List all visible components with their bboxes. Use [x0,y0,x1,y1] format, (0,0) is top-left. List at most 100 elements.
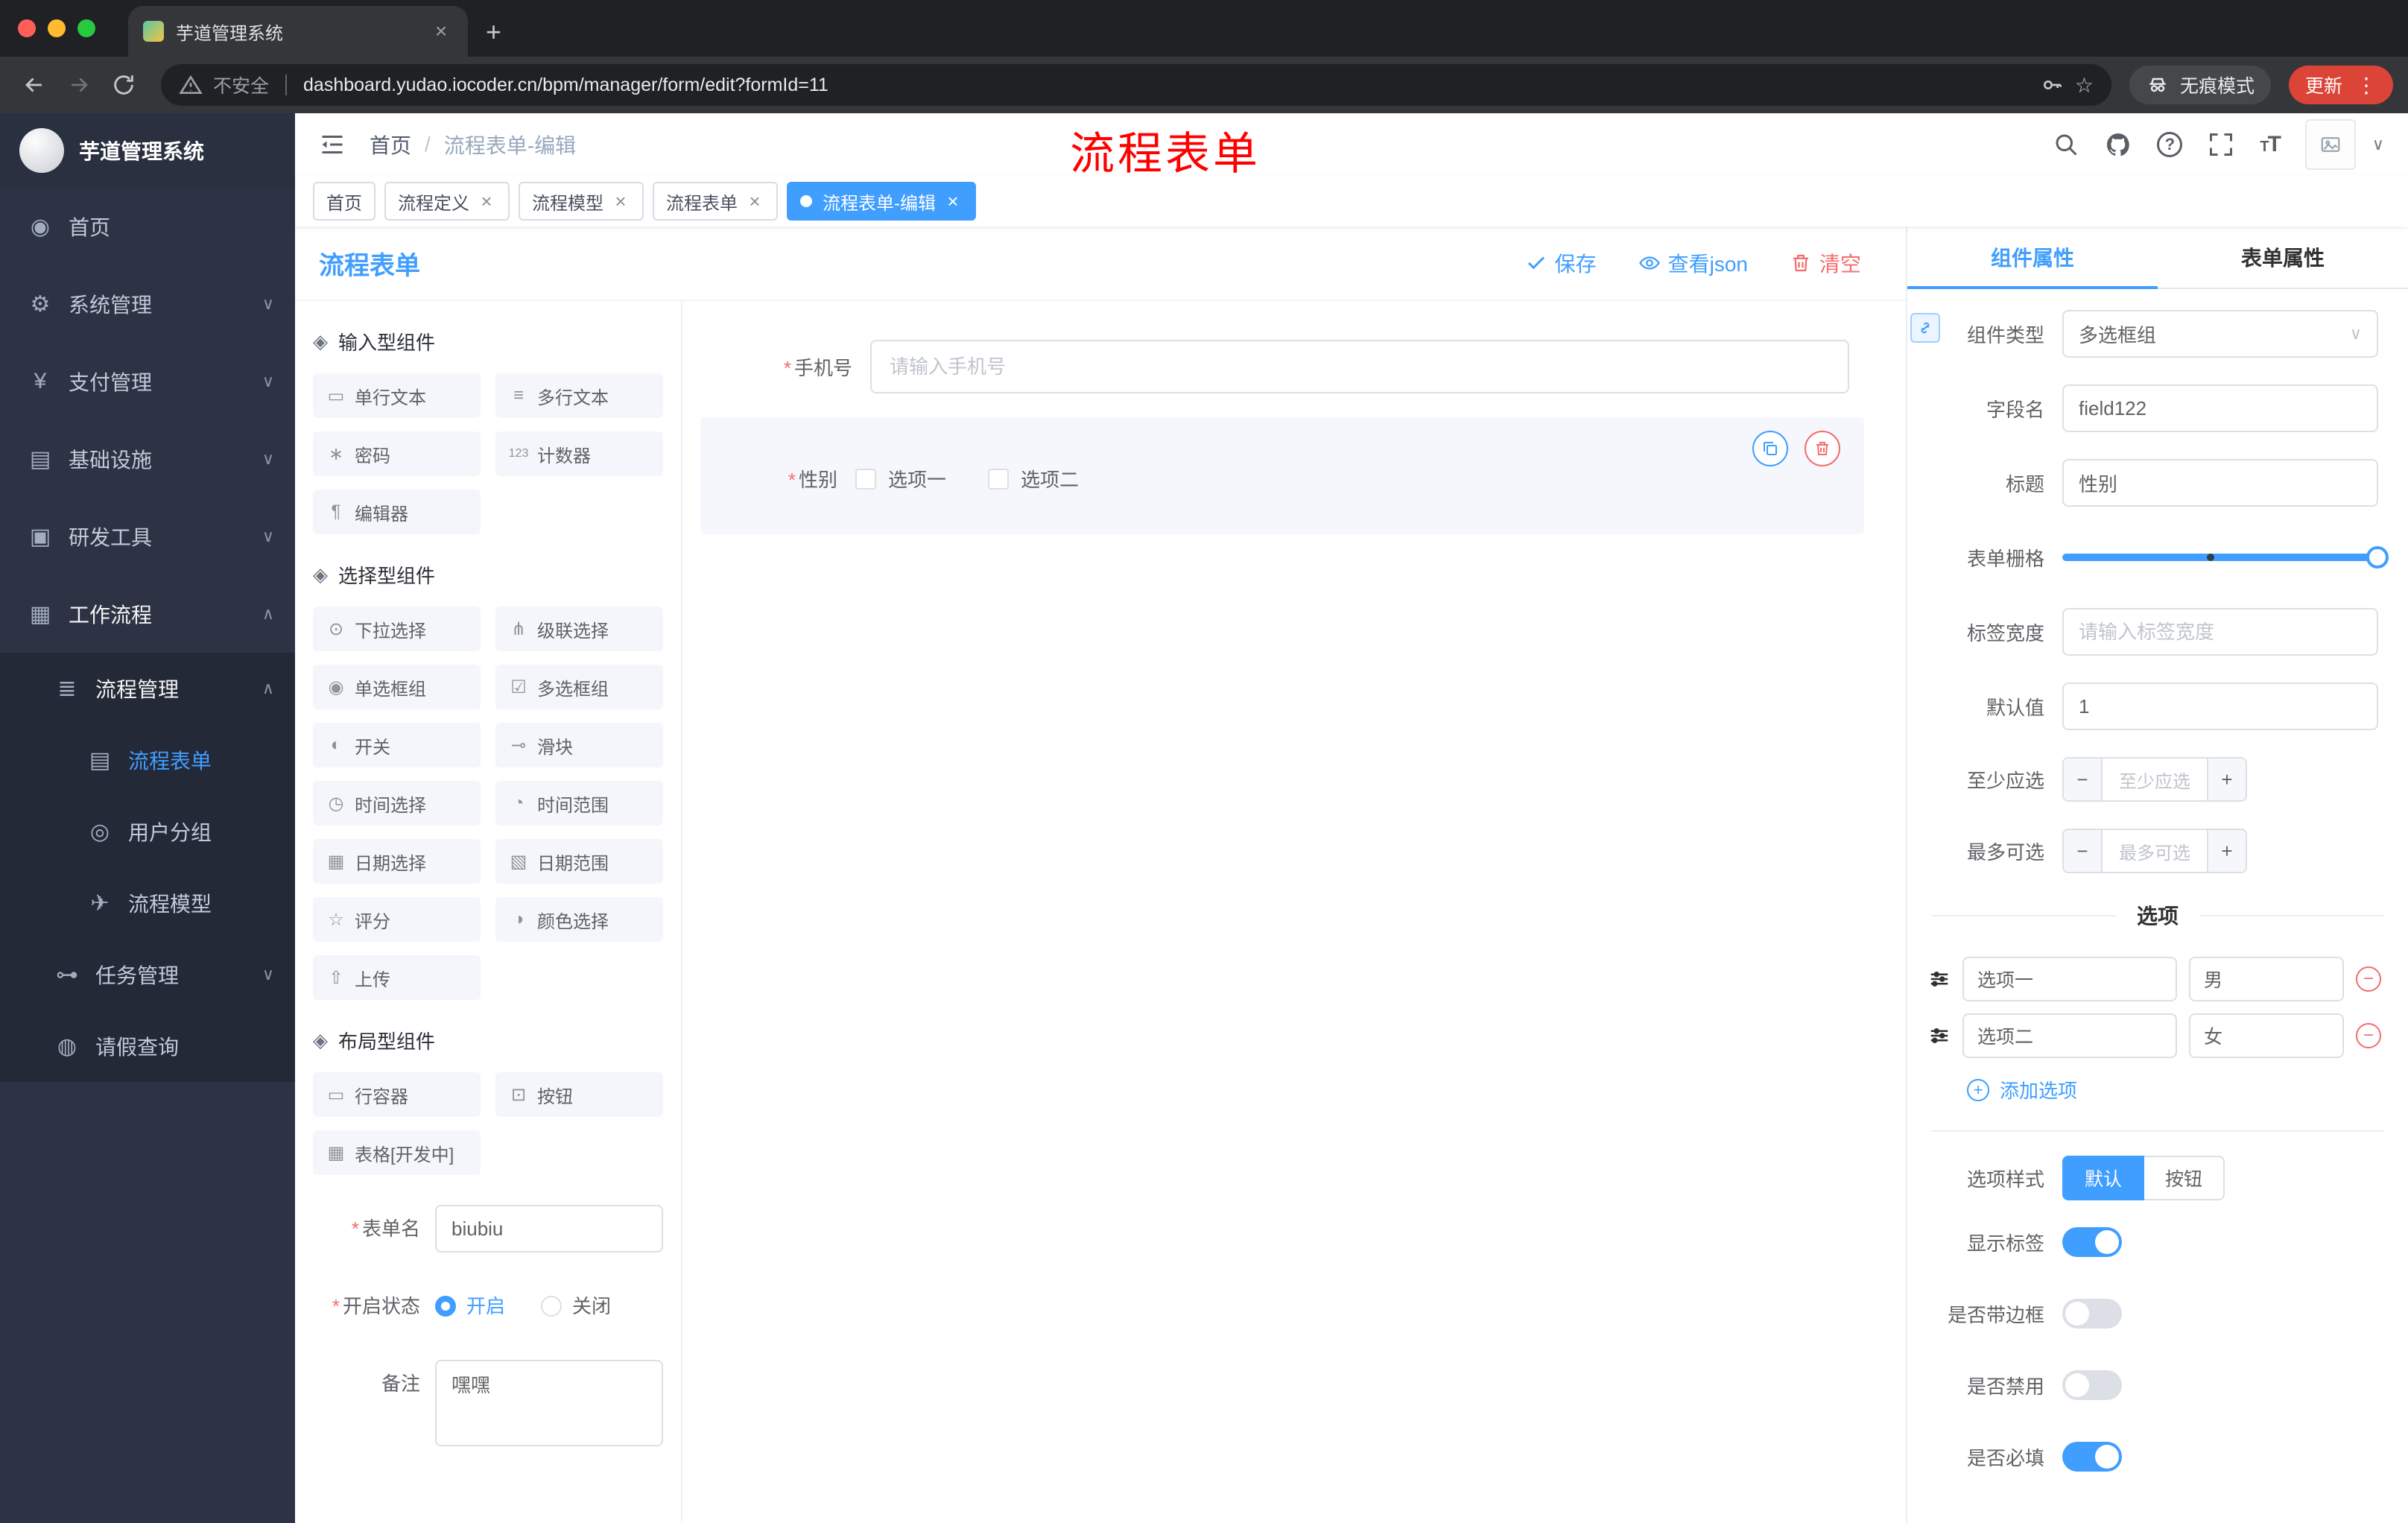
tag-close-icon[interactable]: × [745,190,764,213]
sidebar-item-task-mgmt[interactable]: ⊶ 任务管理 ∨ [0,939,295,1010]
reload-button[interactable] [104,66,143,104]
view-json-button[interactable]: 查看json [1638,248,1748,278]
component-editor[interactable]: ¶ 编辑器 [313,490,481,534]
tag-close-icon[interactable]: × [611,190,630,213]
option-value-input[interactable] [2189,957,2344,1001]
sidebar-item-process-mgmt[interactable]: ≣ 流程管理 ∧ [0,653,295,724]
sidebar-item-workflow[interactable]: ▦ 工作流程 ∧ [0,575,295,653]
show-label-toggle[interactable] [2062,1227,2122,1257]
component-type-select[interactable]: 多选框组 ∨ [2062,310,2378,358]
label-width-input[interactable] [2062,608,2378,656]
browser-tab[interactable]: 芋道管理系统 × [128,6,468,57]
component-cascader[interactable]: ⋔ 级联选择 [495,607,663,651]
back-button[interactable] [15,66,54,104]
slider-track[interactable] [2062,546,2389,569]
tag-process-model[interactable]: 流程模型 × [519,182,644,221]
sidebar-item-infra[interactable]: ▤ 基础设施 ∨ [0,420,295,498]
tag-home[interactable]: 首页 [313,182,376,221]
new-tab-button[interactable]: + [486,16,501,48]
component-date-range[interactable]: ▧ 日期范围 [495,839,663,884]
component-single-text[interactable]: ▭ 单行文本 [313,373,481,418]
style-button-button[interactable]: 按钮 [2144,1156,2225,1200]
form-name-input[interactable] [435,1205,663,1253]
slider-handle[interactable] [2366,546,2389,569]
component-select[interactable]: ⊙ 下拉选择 [313,607,481,651]
component-row-container[interactable]: ▭ 行容器 [313,1072,481,1117]
window-close-button[interactable] [18,19,36,37]
bookmark-star-icon[interactable]: ☆ [2075,73,2094,98]
field-name-input[interactable] [2062,384,2378,432]
component-multi-text[interactable]: ≡ 多行文本 [495,373,663,418]
forward-button[interactable] [60,66,98,104]
component-rate[interactable]: ☆ 评分 [313,897,481,942]
required-toggle[interactable] [2062,1442,2122,1472]
stepper-minus-button[interactable]: − [2064,759,2103,800]
github-icon[interactable] [2105,131,2132,158]
sidebar-logo[interactable]: 芋道管理系统 [0,113,295,188]
component-time-range[interactable]: ◔ 时间范围 [495,781,663,826]
address-bar[interactable]: 不安全 dashboard.yudao.iocoder.cn/bpm/manag… [161,64,2111,106]
save-button[interactable]: 保存 [1525,248,1597,278]
clear-button[interactable]: 清空 [1790,248,1861,278]
avatar-caret-icon[interactable]: ∨ [2372,135,2384,154]
search-icon[interactable] [2053,131,2079,158]
grid-slider[interactable] [2062,533,2389,581]
default-value-input[interactable] [2062,683,2378,730]
component-counter[interactable]: 123 计数器 [495,431,663,476]
sidebar-item-devtools[interactable]: ▣ 研发工具 ∨ [0,498,295,575]
stepper-plus-button[interactable]: + [2207,830,2246,872]
option-label-input[interactable] [1962,1013,2177,1058]
breadcrumb-home[interactable]: 首页 [370,130,411,159]
border-toggle[interactable] [2062,1299,2122,1329]
drag-handle-icon[interactable] [1928,1025,1951,1047]
sidebar-item-user-group[interactable]: ◎ 用户分组 [0,796,295,867]
sidebar-item-leave-query[interactable]: ◍ 请假查询 [0,1010,295,1082]
phone-input[interactable] [870,340,1849,393]
hamburger-icon[interactable] [319,131,346,158]
phone-field-row[interactable]: * 手机号 [718,340,1849,393]
component-date-picker[interactable]: ▦ 日期选择 [313,839,481,884]
link-badge-icon[interactable] [1910,313,1940,343]
browser-menu-icon[interactable]: ⋮ [2356,73,2377,98]
component-checkbox-group[interactable]: ☑ 多选框组 [495,665,663,709]
window-zoom-button[interactable] [77,19,95,37]
component-switch[interactable]: ◐ 开关 [313,723,481,767]
style-default-button[interactable]: 默认 [2062,1156,2145,1200]
status-radio-off[interactable]: 关闭 [541,1282,611,1330]
tag-close-icon[interactable]: × [477,190,496,213]
stepper-minus-button[interactable]: − [2064,830,2103,872]
tag-close-icon[interactable]: × [943,190,963,213]
tab-form-props[interactable]: 表单属性 [2158,227,2408,288]
remove-option-button[interactable]: − [2356,1023,2381,1048]
tag-process-form[interactable]: 流程表单 × [653,182,778,221]
password-key-icon[interactable] [2041,73,2065,97]
sidebar-item-system[interactable]: ⚙ 系统管理 ∨ [0,265,295,343]
sidebar-item-payment[interactable]: ¥ 支付管理 ∨ [0,343,295,420]
sidebar-item-process-form[interactable]: ▤ 流程表单 [0,724,295,796]
help-icon[interactable]: ? [2157,132,2183,157]
component-table[interactable]: ▦ 表格[开发中] [313,1130,481,1175]
remark-textarea[interactable] [435,1360,663,1446]
tab-close-icon[interactable]: × [429,19,453,43]
drag-handle-icon[interactable] [1928,968,1951,990]
component-color-picker[interactable]: ◑ 颜色选择 [495,897,663,942]
checkbox-box[interactable] [988,468,1010,490]
sidebar-item-home[interactable]: ◉ 首页 [0,188,295,265]
max-stepper-placeholder[interactable]: 最多可选 [2103,830,2207,872]
font-size-icon[interactable]: TT [2260,132,2281,157]
component-button[interactable]: ⊡ 按钮 [495,1072,663,1117]
gender-option-2[interactable]: 选项二 [988,465,1079,493]
tag-process-form-edit[interactable]: 流程表单-编辑 × [787,182,976,221]
component-time-picker[interactable]: ◷ 时间选择 [313,781,481,826]
sidebar-item-process-model[interactable]: ✈ 流程模型 [0,867,295,939]
component-password[interactable]: ∗ 密码 [313,431,481,476]
checkbox-box[interactable] [855,468,876,490]
stepper-plus-button[interactable]: + [2207,759,2246,800]
option-value-input[interactable] [2189,1013,2344,1058]
delete-field-button[interactable] [1805,431,1840,466]
copy-field-button[interactable] [1752,431,1788,466]
form-canvas[interactable]: * 手机号 请输入手机号 * 性别 选项一 选项二 [682,301,1906,1523]
component-slider[interactable]: ⊸ 滑块 [495,723,663,767]
selected-gender-field[interactable]: * 性别 选项一 选项二 [700,417,1864,534]
browser-update-button[interactable]: 更新 ⋮ [2288,66,2393,104]
